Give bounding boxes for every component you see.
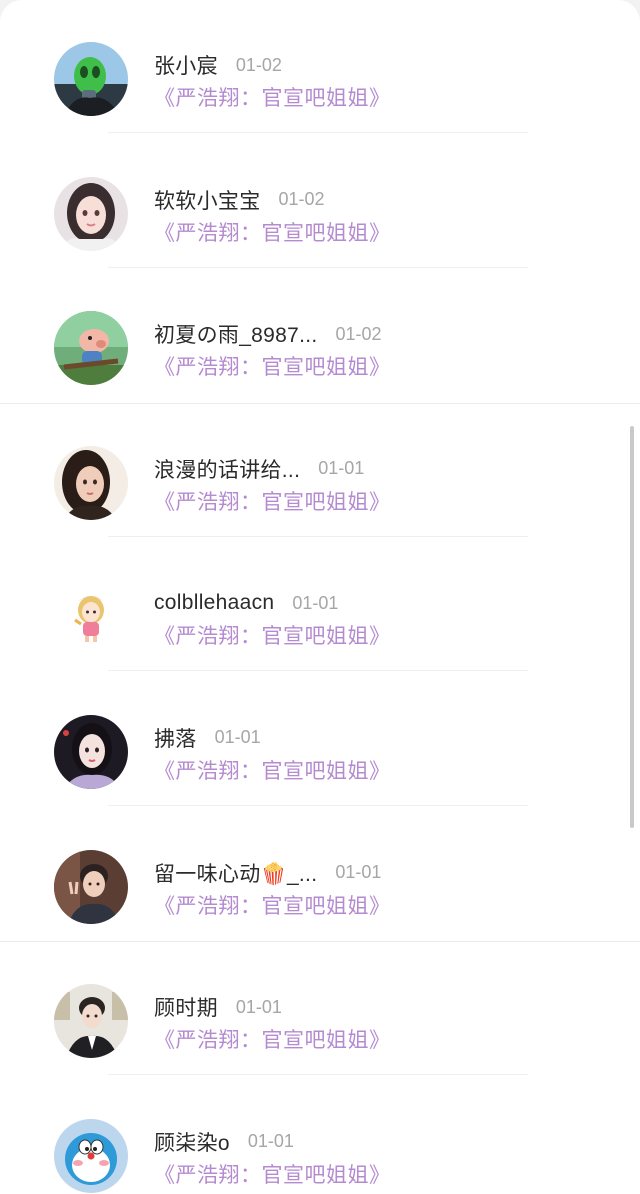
comment-list: 张小宸 01-02 《严浩翔：官宣吧姐姐》 软软小宝宝 01-02 《严浩翔：官… bbox=[0, 10, 640, 1194]
user-name[interactable]: 顾柒染o bbox=[154, 1127, 230, 1157]
anime-girl-avatar[interactable] bbox=[54, 176, 128, 251]
topic-link[interactable]: 《严浩翔：官宣吧姐姐》 bbox=[154, 1024, 391, 1054]
list-item[interactable]: 软软小宝宝 01-02 《严浩翔：官宣吧姐姐》 bbox=[0, 145, 640, 280]
comment-date: 01-02 bbox=[278, 189, 325, 210]
comment-date: 01-01 bbox=[335, 862, 382, 883]
cartoon-pig-avatar[interactable] bbox=[54, 311, 128, 386]
scrollbar[interactable] bbox=[630, 426, 634, 828]
topic-link[interactable]: 《严浩翔：官宣吧姐姐》 bbox=[154, 351, 391, 381]
divider bbox=[108, 132, 528, 133]
list-item[interactable]: 浪漫的话讲给... 01-01 《严浩翔：官宣吧姐姐》 bbox=[0, 414, 640, 549]
topic-link[interactable]: 《严浩翔：官宣吧姐姐》 bbox=[154, 82, 391, 112]
list-item[interactable]: 拂落 01-01 《严浩翔：官宣吧姐姐》 bbox=[0, 683, 640, 818]
user-name[interactable]: 软软小宝宝 bbox=[154, 185, 261, 215]
user-name[interactable]: 拂落 bbox=[154, 723, 197, 753]
divider bbox=[108, 1074, 528, 1076]
divider bbox=[108, 804, 528, 806]
topic-link[interactable]: 《严浩翔：官宣吧姐姐》 bbox=[154, 890, 391, 920]
comment-date: 01-01 bbox=[318, 458, 365, 479]
topic-link[interactable]: 《严浩翔：官宣吧姐姐》 bbox=[154, 755, 391, 785]
list-item[interactable]: colbllehaacn 01-01 《严浩翔：官宣吧姐姐》 bbox=[0, 548, 640, 683]
user-name[interactable]: colbllehaacn bbox=[154, 591, 274, 615]
topic-link[interactable]: 《严浩翔：官宣吧姐姐》 bbox=[154, 217, 391, 247]
girl-photo-avatar[interactable] bbox=[54, 445, 128, 520]
cartoon-girl-sticker-avatar[interactable] bbox=[54, 580, 128, 655]
comment-sheet: 张小宸 01-02 《严浩翔：官宣吧姐姐》 软软小宝宝 01-02 《严浩翔：官… bbox=[0, 0, 640, 1194]
user-name[interactable]: 留一味心动🍿_... bbox=[154, 858, 317, 888]
section-divider bbox=[0, 403, 640, 404]
girl-portrait-avatar[interactable] bbox=[54, 714, 128, 789]
user-name[interactable]: 浪漫的话讲给... bbox=[154, 454, 300, 484]
list-item[interactable]: 顾柒染o 01-01 《严浩翔：官宣吧姐姐》 bbox=[0, 1087, 640, 1194]
divider bbox=[108, 266, 528, 268]
comment-date: 01-02 bbox=[335, 323, 382, 344]
comment-date: 01-02 bbox=[235, 54, 282, 75]
doraemon-avatar[interactable] bbox=[54, 1118, 128, 1193]
divider bbox=[108, 670, 528, 672]
user-name[interactable]: 顾时期 bbox=[154, 992, 218, 1022]
comment-date: 01-01 bbox=[235, 996, 282, 1017]
comment-date: 01-01 bbox=[247, 1131, 294, 1152]
list-item[interactable]: 顾时期 01-01 《严浩翔：官宣吧姐姐》 bbox=[0, 952, 640, 1087]
comment-date: 01-01 bbox=[214, 727, 261, 748]
boy-peace-sign-avatar[interactable] bbox=[54, 849, 128, 924]
green-alien-mask-avatar[interactable] bbox=[54, 42, 128, 116]
user-name[interactable]: 张小宸 bbox=[154, 50, 218, 80]
topic-link[interactable]: 《严浩翔：官宣吧姐姐》 bbox=[154, 1159, 391, 1189]
section-divider bbox=[0, 941, 640, 942]
boy-in-suit-avatar[interactable] bbox=[54, 984, 128, 1059]
list-item[interactable]: 张小宸 01-02 《严浩翔：官宣吧姐姐》 bbox=[0, 10, 640, 145]
user-name[interactable]: 初夏の雨_8987... bbox=[154, 319, 318, 349]
divider bbox=[108, 535, 528, 537]
list-item[interactable]: 留一味心动🍿_... 01-01 《严浩翔：官宣吧姐姐》 bbox=[0, 818, 640, 953]
comment-date: 01-01 bbox=[292, 592, 339, 613]
topic-link[interactable]: 《严浩翔：官宣吧姐姐》 bbox=[154, 620, 391, 650]
topic-link[interactable]: 《严浩翔：官宣吧姐姐》 bbox=[154, 486, 391, 516]
list-item[interactable]: 初夏の雨_8987... 01-02 《严浩翔：官宣吧姐姐》 bbox=[0, 279, 640, 414]
